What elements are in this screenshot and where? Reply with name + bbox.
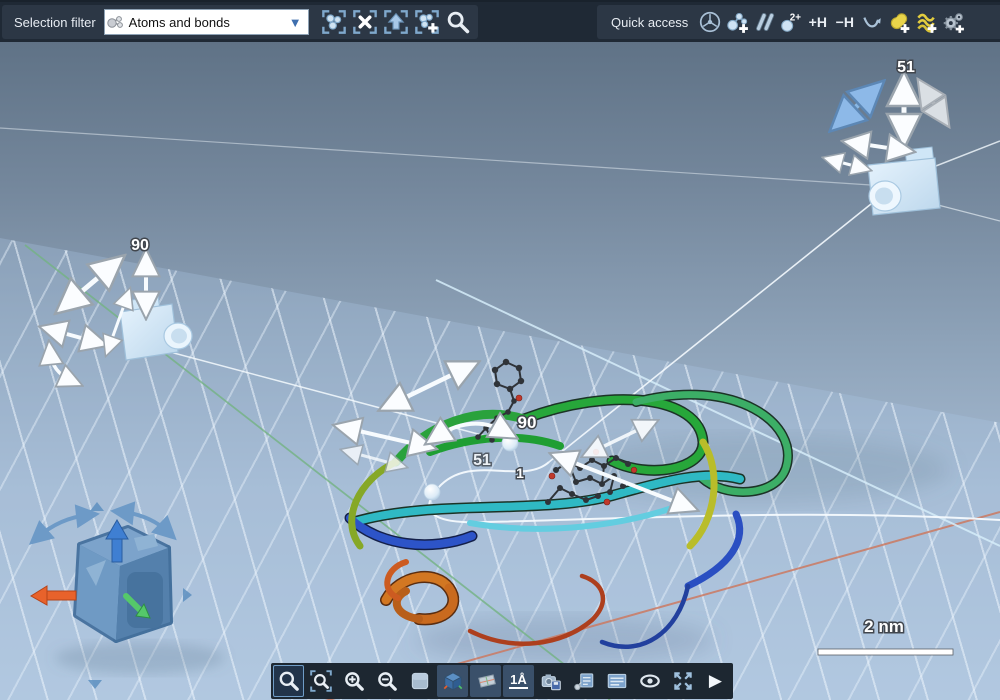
yellow-surface-plus-icon: [914, 10, 938, 34]
expand-icon: [671, 669, 695, 693]
plus-h-label: +H: [809, 14, 827, 30]
find-button[interactable]: [443, 7, 474, 37]
snapshot-button[interactable]: [536, 665, 567, 697]
top-toolbar: Selection filter Atoms and bonds ▼: [0, 0, 1000, 42]
x-axis-arrow[interactable]: [31, 586, 76, 605]
select-atoms-button[interactable]: [319, 7, 350, 37]
add-atoms-button[interactable]: [723, 7, 750, 37]
annotation-icon: [572, 669, 596, 693]
bottom-toolbar: 1Å: [271, 663, 733, 699]
selection-filter-label: Selection filter: [14, 15, 96, 30]
camera-right-label: 51: [897, 59, 915, 76]
play-icon: ▶: [709, 671, 722, 691]
scale-bar-line: [818, 649, 953, 655]
camera-save-icon: [539, 669, 563, 693]
zoom-in-button[interactable]: [339, 665, 370, 697]
angstrom-label: 1Å: [509, 673, 528, 689]
panel-button[interactable]: [601, 665, 632, 697]
add-atoms-icon: [725, 10, 749, 34]
dropdown-arrow-icon[interactable]: ▼: [289, 15, 302, 30]
quick-access-group: Quick access: [597, 5, 1000, 39]
play-button[interactable]: ▶: [700, 665, 731, 697]
zoom-selection-button[interactable]: [306, 665, 337, 697]
magnifier-plus-icon: [342, 669, 366, 693]
ball-and-stick-ligand[interactable]: [475, 359, 637, 505]
add-surface-button[interactable]: [912, 7, 939, 37]
fullscreen-button[interactable]: [667, 665, 698, 697]
periodic-table-icon: [698, 10, 722, 34]
annotation-button[interactable]: [569, 665, 600, 697]
screen-icon: [408, 669, 432, 693]
grid-plane-icon: [474, 669, 498, 693]
remove-hydrogens-button[interactable]: −H: [831, 7, 858, 37]
charge-icon: 2+: [779, 10, 803, 34]
add-shape-button[interactable]: [885, 7, 912, 37]
svg-text:2+: 2+: [790, 12, 801, 23]
add-hydrogens-button[interactable]: +H: [804, 7, 831, 37]
minus-h-label: −H: [836, 14, 854, 30]
visibility-button[interactable]: [634, 665, 665, 697]
selection-filter-dropdown[interactable]: Atoms and bonds ▼: [104, 9, 309, 35]
keyframe-label-51: 51: [473, 452, 491, 469]
scale-bar-label: 2 nm: [864, 617, 904, 636]
zoom-out-button[interactable]: [372, 665, 403, 697]
charge-button[interactable]: 2+: [777, 7, 804, 37]
view-cube[interactable]: [76, 528, 170, 640]
molecular-viewer-app: { "colors": { "toolbar_bg": "#1f2935", "…: [0, 0, 1000, 700]
nav-triangle-up: [90, 502, 104, 511]
panel-icon: [605, 669, 629, 693]
view-cube-button[interactable]: [437, 665, 468, 697]
expand-selection-button[interactable]: [381, 7, 412, 37]
camera-right[interactable]: [868, 147, 940, 215]
add-to-selection-icon: [414, 9, 440, 35]
periodic-table-button[interactable]: [696, 7, 723, 37]
clear-selection-icon: [352, 9, 378, 35]
atoms-and-bonds-icon: [105, 12, 125, 32]
magnifier-minus-icon: [375, 669, 399, 693]
zoom-button[interactable]: [273, 665, 304, 697]
yellow-shape-plus-icon: [887, 10, 911, 34]
add-to-selection-button[interactable]: [412, 7, 443, 37]
camera-left[interactable]: [120, 296, 192, 360]
nav-triangle-down: [88, 680, 102, 689]
minimize-button[interactable]: [858, 7, 885, 37]
clear-selection-button[interactable]: [350, 7, 381, 37]
view-cube-rotate-arrows[interactable]: [38, 512, 168, 537]
selection-filter-group: Selection filter Atoms and bonds ▼: [2, 5, 478, 39]
add-app-button[interactable]: [939, 7, 966, 37]
curved-arrow-icon: [860, 10, 884, 34]
magnifier-icon: [445, 9, 471, 35]
background-button[interactable]: [404, 665, 435, 697]
magnifier-brackets-icon: [309, 669, 333, 693]
bonds-button[interactable]: [750, 7, 777, 37]
expand-selection-icon: [383, 9, 409, 35]
selection-filter-value: Atoms and bonds: [129, 15, 289, 30]
quick-access-label: Quick access: [611, 15, 688, 30]
scale-unit-button[interactable]: 1Å: [503, 665, 534, 697]
scale-bar: 2 nm: [818, 617, 953, 655]
nav-triangle-right: [183, 588, 192, 602]
cube-icon: [441, 669, 465, 693]
magnifier-icon: [277, 669, 301, 693]
viewport-3d[interactable]: 90 51 1 90: [0, 40, 1000, 700]
grid-button[interactable]: [470, 665, 501, 697]
keyframe-label-90: 90: [518, 413, 537, 432]
gears-plus-icon: [941, 10, 965, 34]
camera-left-label: 90: [131, 237, 149, 254]
eye-icon: [638, 669, 662, 693]
keyframe-label-1: 1: [516, 465, 524, 481]
scene-canvas: 90 51 1 90: [0, 40, 1000, 700]
select-atoms-icon: [321, 9, 347, 35]
bonds-icon: [752, 10, 776, 34]
